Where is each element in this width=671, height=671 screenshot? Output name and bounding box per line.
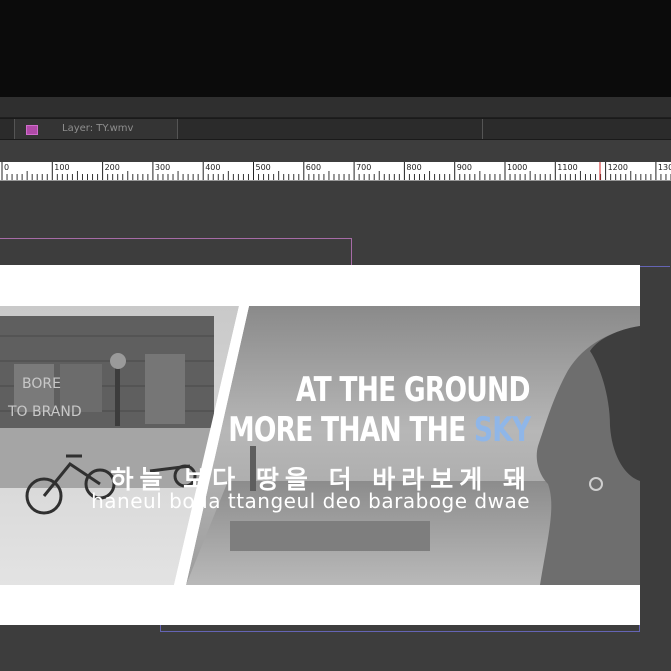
lyric-line-2-main: MORE THAN THE: [227, 410, 474, 450]
ruler-tick-label: 800: [406, 163, 421, 172]
ruler-tick-label: 100: [54, 163, 69, 172]
composition-preview[interactable]: BORE TO BRAND AT THE GROUND MORE THAN TH…: [0, 265, 640, 625]
ruler-tick-label: 1200: [608, 163, 628, 172]
ruler-tick-label: 500: [256, 163, 271, 172]
ruler-tick-label: 400: [205, 163, 220, 172]
panel-divider: [0, 97, 671, 118]
ruler-tick-label: 200: [105, 163, 120, 172]
tab-divider: [482, 119, 483, 139]
ruler-tick-label: 0: [4, 163, 9, 172]
lyric-line-1: AT THE GROUND: [296, 370, 531, 410]
lyric-line-2-accent: SKY: [473, 410, 530, 450]
layer-tab-label: Layer: TY.wmv: [62, 123, 134, 134]
lyric-line-2: MORE THAN THE SKY: [227, 410, 531, 450]
ruler-tick-label: 300: [155, 163, 170, 172]
comp-outline-top: [640, 266, 670, 267]
svg-text:TO BRAND: TO BRAND: [7, 404, 82, 420]
layer-color-swatch-icon: [26, 125, 38, 135]
layer-viewer-tab[interactable]: Layer: TY.wmv: [14, 119, 178, 139]
comp-outline-bottom: [160, 625, 640, 632]
layer-bounds-right: [351, 238, 352, 265]
svg-text:BORE: BORE: [22, 376, 61, 392]
romanized-lyric: haneul boda ttangeul deo baraboge dwae: [91, 489, 530, 513]
ruler-tick-label: 1300: [658, 163, 671, 172]
ruler-ticks: 0 100 200 300 400 500 600 700 800 900 1000 1100 1200…: [1, 162, 671, 180]
ruler-tick-label: 1100: [557, 163, 577, 172]
ruler-tick-label: 900: [457, 163, 472, 172]
viewer-tab-bar: Layer: TY.wmv: [0, 118, 671, 140]
time-ruler[interactable]: 0 100 200 300 400 500 600 700 800 900 1000 1100 1200…: [0, 162, 671, 181]
ruler-tick-label: 600: [306, 163, 321, 172]
ruler-tick-label: 700: [356, 163, 371, 172]
layer-bounds-top: [0, 238, 352, 239]
top-panel: [0, 0, 671, 97]
ruler-tick-label: 1000: [507, 163, 527, 172]
